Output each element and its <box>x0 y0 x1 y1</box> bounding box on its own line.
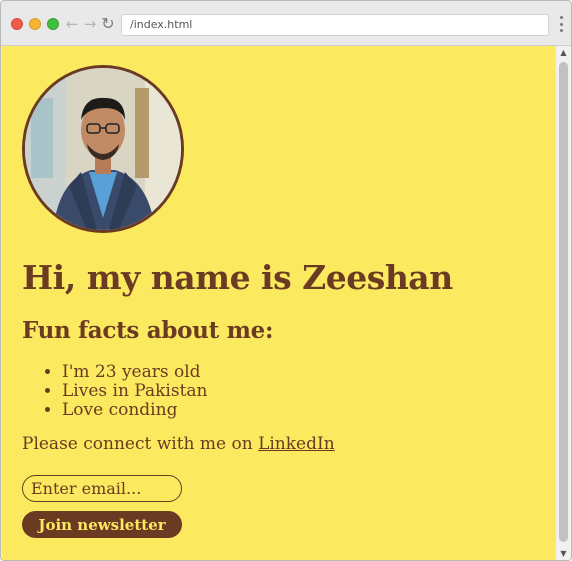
close-window-button[interactable] <box>11 18 23 30</box>
browser-toolbar: ← → ↻ /index.html <box>1 1 571 46</box>
avatar <box>22 65 184 233</box>
connect-text: Please connect with me on LinkedIn <box>22 434 335 454</box>
fun-facts-list: I'm 23 years old Lives in Pakistan Love … <box>22 363 208 420</box>
list-item: Lives in Pakistan <box>62 382 208 401</box>
maximize-window-button[interactable] <box>47 18 59 30</box>
vertical-scrollbar[interactable]: ▲ ▼ <box>555 46 571 560</box>
address-bar[interactable]: /index.html <box>121 14 549 36</box>
minimize-window-button[interactable] <box>29 18 41 30</box>
profile-photo-icon <box>25 68 181 230</box>
list-item: I'm 23 years old <box>62 363 208 382</box>
scroll-up-icon[interactable]: ▲ <box>556 46 571 60</box>
linkedin-link[interactable]: LinkedIn <box>258 434 335 454</box>
page-title: Hi, my name is Zeeshan <box>22 258 453 297</box>
forward-arrow-icon[interactable]: → <box>81 15 99 33</box>
email-input[interactable] <box>22 475 182 502</box>
join-newsletter-button[interactable]: Join newsletter <box>22 511 182 538</box>
browser-window: ← → ↻ /index.html Hi, my name is Zeeshan… <box>0 0 572 561</box>
kebab-menu-icon[interactable] <box>557 16 565 32</box>
reload-icon[interactable]: ↻ <box>99 15 117 33</box>
back-arrow-icon[interactable]: ← <box>63 15 81 33</box>
fun-facts-heading: Fun facts about me: <box>22 317 274 344</box>
page-content: Hi, my name is Zeeshan Fun facts about m… <box>2 46 555 560</box>
scroll-down-icon[interactable]: ▼ <box>556 547 571 560</box>
scrollbar-thumb[interactable] <box>559 62 568 542</box>
connect-prefix: Please connect with me on <box>22 434 259 454</box>
list-item: Love conding <box>62 401 208 420</box>
